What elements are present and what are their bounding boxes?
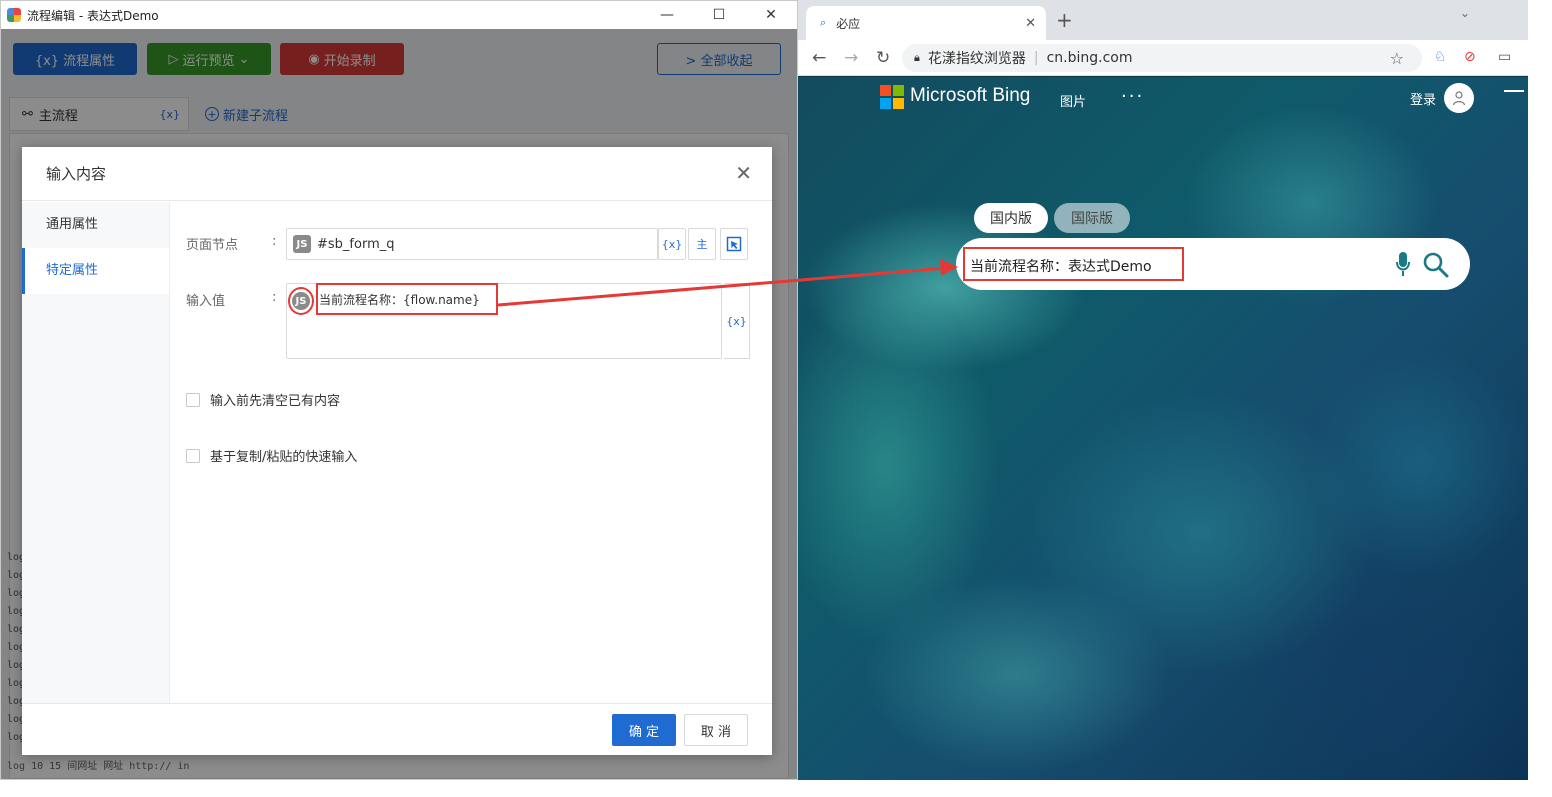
ms-logo-red [880,85,891,96]
tab-search-icon[interactable]: ⌄ [1460,6,1470,20]
tab-domestic[interactable]: 国内版 [974,203,1048,233]
ok-button[interactable]: 确 定 [612,714,676,746]
browser-tab[interactable]: ⌕ 必应 ✕ [806,6,1046,40]
dialog-sidebar: 通用属性 特定属性 [22,202,170,703]
login-link[interactable]: 登录 [1410,89,1436,108]
input-content-dialog: 输入内容 ✕ 通用属性 特定属性 页面节点 : JS #sb_form_q {x… [22,147,772,755]
variable-button[interactable]: {x} [724,283,750,359]
address-separator: | [1033,50,1039,66]
js-icon[interactable]: JS [293,235,311,253]
pick-element-button[interactable] [720,228,748,260]
editor-title: 流程编辑 - 表达式Demo [27,8,159,23]
tab-international[interactable]: 国际版 [1054,203,1130,233]
block-icon[interactable]: ⊘ [1464,49,1476,65]
microphone-icon[interactable] [1396,251,1410,277]
bookmark-star-icon[interactable]: ☆ [1390,49,1404,68]
address-bar[interactable]: 🔒︎ 花漾指纹浏览器 | cn.bing.com ☆ [902,44,1422,72]
app-logo-icon [7,8,21,22]
clear-before-input-checkbox[interactable] [186,392,200,407]
address-label: 花漾指纹浏览器 [927,51,1026,67]
browser-window: ⌕ 必应 ✕ + ⌄ ← → ↻ 🔒︎ 花漾指纹浏览器 | cn.bing.co… [798,0,1530,780]
bing-brand[interactable]: Microsoft Bing [910,85,1030,107]
paste-input-checkbox[interactable] [186,448,200,463]
colon: : [272,234,277,249]
annotation-box [316,283,498,315]
search-box[interactable]: 当前流程名称：表达式Demo [956,238,1470,290]
lock-icon: 🔒︎ [914,51,920,64]
colon: : [272,290,277,305]
camera-icon[interactable]: ▭ [1498,49,1511,65]
sidebar-item-general[interactable]: 通用属性 [22,202,169,248]
clear-before-input-label: 输入前先清空已有内容 [210,394,341,409]
close-icon[interactable]: ✕ [735,163,752,183]
clear-before-input-option[interactable]: 输入前先清空已有内容 [186,390,340,409]
maximize-button[interactable]: ☐ [693,1,745,29]
microsoft-logo-icon[interactable] [880,85,904,109]
annotation-box [963,247,1184,281]
avatar[interactable] [1444,83,1474,113]
dialog-body: 页面节点 : JS #sb_form_q {x} 主 输入值 : {x} JS … [170,202,772,703]
page-edge [1528,0,1552,797]
extension-icon[interactable]: ♘ [1434,49,1447,65]
tab-title: 必应 [836,16,861,31]
dialog-footer: 确 定 取 消 [22,703,772,755]
minimize-button[interactable]: — [641,1,693,29]
bing-background-image [798,77,1530,780]
input-value-label: 输入值 [186,294,226,309]
cancel-button[interactable]: 取 消 [684,714,748,746]
forward-icon[interactable]: → [844,48,858,68]
user-icon [1452,91,1466,106]
address-url: cn.bing.com [1046,50,1133,66]
browser-tabstrip: ⌕ 必应 ✕ + ⌄ [798,0,1530,40]
page-edge [0,780,1552,797]
reload-icon[interactable]: ↻ [876,48,890,68]
search-submit-icon[interactable] [1423,252,1449,278]
menu-icon[interactable] [1504,90,1524,92]
editor-titlebar: 流程编辑 - 表达式Demo — ☐ ✕ [1,1,797,29]
ms-logo-green [893,85,904,96]
variable-button[interactable]: {x} [658,228,686,260]
new-tab-button[interactable]: + [1056,8,1073,32]
annotation-circle [288,287,314,315]
pick-element-icon [726,236,742,252]
paste-input-label: 基于复制/粘贴的快速输入 [210,450,358,465]
ms-logo-yellow [893,98,904,109]
element-tree-button[interactable]: 主 [688,228,716,260]
more-icon[interactable]: ··· [1121,86,1144,107]
ms-logo-blue [880,98,891,109]
dialog-title: 输入内容 [22,147,772,201]
page-node-value: #sb_form_q [317,236,395,252]
close-tab-icon[interactable]: ✕ [1025,16,1036,31]
paste-input-option[interactable]: 基于复制/粘贴的快速输入 [186,446,357,465]
search-icon: ⌕ [820,16,827,29]
close-window-button[interactable]: ✕ [745,1,797,29]
page-node-input[interactable]: JS #sb_form_q [286,228,658,260]
nav-images-link[interactable]: 图片 [1060,91,1086,110]
back-icon[interactable]: ← [812,48,826,68]
page-node-label: 页面节点 [186,238,239,253]
sidebar-item-specific[interactable]: 特定属性 [22,248,169,294]
browser-toolbar: ← → ↻ 🔒︎ 花漾指纹浏览器 | cn.bing.com ☆ ♘ ⊘ ▭ [798,40,1530,76]
